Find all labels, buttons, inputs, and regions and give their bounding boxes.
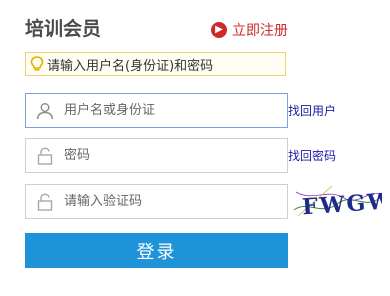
lock-icon	[26, 185, 64, 218]
captcha-field-box	[25, 184, 288, 219]
username-field-box	[25, 93, 288, 128]
page-title: 培训会员	[25, 18, 102, 40]
login-button[interactable]: 登录	[25, 233, 288, 268]
password-input[interactable]	[64, 148, 264, 163]
captcha-input[interactable]	[64, 194, 264, 209]
lightbulb-icon	[30, 56, 44, 71]
register-label: 立即注册	[232, 23, 288, 39]
find-user-link[interactable]: 找回用户	[288, 102, 336, 119]
register-link[interactable]: ▶ 立即注册	[211, 20, 288, 40]
captcha-text: FWGW	[301, 188, 382, 220]
lock-icon	[26, 139, 64, 172]
password-field-box	[25, 138, 288, 173]
captcha-image[interactable]: FWGW	[292, 180, 382, 222]
username-input[interactable]	[64, 103, 264, 118]
hint-text: 请输入用户名(身份证)和密码	[47, 58, 214, 74]
hint-banner: 请输入用户名(身份证)和密码	[25, 52, 286, 76]
user-icon	[26, 94, 64, 127]
arrow-right-circle-icon: ▶	[211, 22, 227, 38]
find-password-link[interactable]: 找回密码	[288, 147, 336, 164]
